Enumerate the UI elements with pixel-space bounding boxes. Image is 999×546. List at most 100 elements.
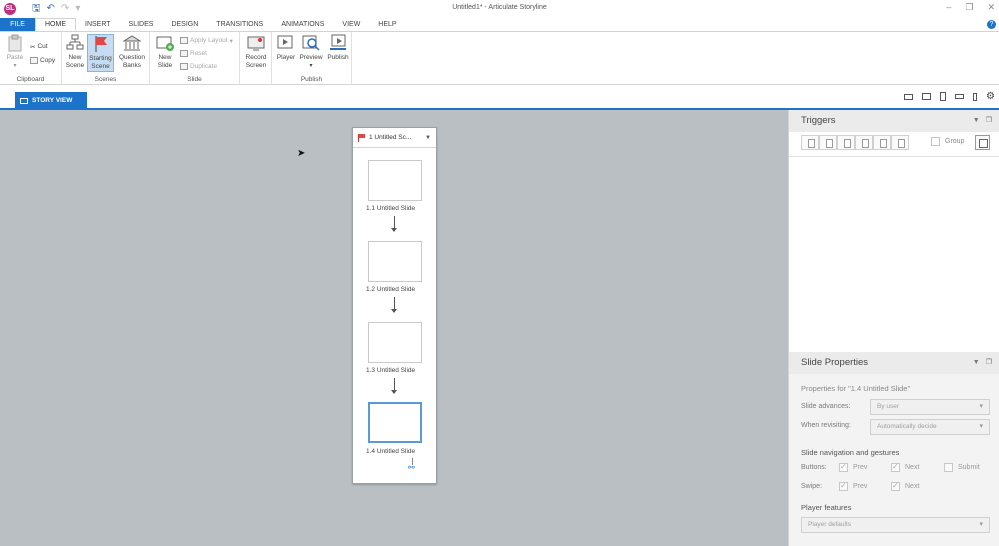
help-icon[interactable]: ? (987, 20, 996, 29)
buttons-prev-checkbox[interactable]: Prev (839, 462, 867, 472)
gear-icon[interactable]: ⚙ (986, 92, 995, 102)
desktop-icon[interactable] (904, 93, 914, 100)
duplicate-button[interactable]: Duplicate (180, 62, 217, 71)
swipe-label: Swipe: (801, 483, 823, 490)
copy-button[interactable]: Copy (30, 56, 55, 65)
flag-icon (95, 36, 107, 52)
new-scene-button[interactable]: New Scene (65, 34, 85, 70)
reset-icon (180, 50, 188, 57)
tab-design[interactable]: DESIGN (162, 18, 207, 31)
scene-title: 1 Untitled Sc... (369, 134, 412, 141)
starting-scene-button[interactable]: Starting Scene (87, 34, 114, 72)
reset-button[interactable]: Reset (180, 49, 207, 58)
story-view-label: STORY VIEW (32, 97, 73, 104)
slide-group-label: Slide (187, 76, 202, 83)
checkbox-checked-icon (891, 481, 900, 491)
tablet-portrait-icon[interactable] (940, 92, 947, 101)
group-checkbox-box[interactable] (931, 137, 940, 146)
record-screen-button[interactable]: Record Screen (242, 34, 270, 70)
scene-card[interactable]: 1 Untitled Sc... ▼ 1.1 Untitled Slide 1.… (352, 127, 437, 484)
player-button[interactable]: Player (275, 34, 297, 62)
checkbox-checked-icon (839, 481, 848, 491)
preview-icon (302, 35, 320, 51)
slide-thumbnail-selected[interactable] (368, 402, 422, 443)
clipboard-group: Paste ▾ ✂ Cut Copy Clipboard (0, 32, 62, 85)
tab-home[interactable]: HOME (35, 18, 76, 31)
duplicate-icon (180, 63, 188, 70)
chain-link-icon[interactable]: ⚯ (408, 464, 418, 472)
clipboard-group-label: Clipboard (16, 76, 45, 83)
record-screen-icon (247, 36, 265, 51)
undock-icon[interactable]: ❐ (986, 352, 992, 374)
slide-advances-label: Slide advances: (801, 403, 851, 410)
ribbon: Paste ▾ ✂ Cut Copy Clipboard New Scene S… (0, 31, 999, 85)
copy-trigger-icon[interactable] (837, 135, 855, 150)
publish-icon (330, 34, 346, 50)
question-banks-button[interactable]: Question Banks (116, 34, 148, 70)
slide-label: 1.1 Untitled Slide (366, 205, 416, 212)
copy-label: Copy (40, 57, 56, 64)
slide-link-arrow-icon (391, 216, 397, 232)
starting-scene-label: Starting Scene (89, 55, 112, 70)
record-screen-label: Record Screen (245, 54, 267, 69)
mouse-cursor-icon: ➤ (297, 148, 306, 159)
paste-button[interactable]: Paste ▾ (6, 34, 24, 70)
publish-button[interactable]: Publish (325, 34, 351, 62)
swipe-prev-checkbox[interactable]: Prev (839, 481, 867, 491)
group-checkbox[interactable]: Group (931, 137, 964, 146)
delete-trigger-icon[interactable] (873, 135, 891, 150)
tab-insert[interactable]: INSERT (76, 18, 120, 31)
new-trigger-icon[interactable] (801, 135, 819, 150)
reset-label: Reset (190, 50, 207, 57)
slide-label: 1.2 Untitled Slide (366, 286, 416, 293)
triggers-toolbar (801, 135, 909, 150)
tab-transitions[interactable]: TRANSITIONS (207, 18, 272, 31)
restore-icon[interactable]: ❐ (965, 2, 973, 13)
publish-group: Player Preview ▾ Publish Publish (272, 32, 352, 85)
move-trigger-icon[interactable] (891, 135, 909, 150)
edit-trigger-icon[interactable] (819, 135, 837, 150)
player-features-heading: Player features (801, 503, 852, 512)
story-view-tab[interactable]: STORY VIEW (15, 92, 87, 109)
next-label: Next (905, 483, 920, 490)
apply-layout-label: Apply Layout (190, 37, 228, 44)
collapse-chevron-icon[interactable]: ▼ (973, 352, 980, 374)
scissors-icon: ✂ (30, 43, 36, 51)
checkbox-checked-icon (839, 462, 848, 472)
swipe-next-checkbox[interactable]: Next (891, 481, 920, 491)
tab-animations[interactable]: ANIMATIONS (272, 18, 333, 31)
phone-portrait-icon[interactable] (973, 92, 978, 101)
scene-header[interactable]: 1 Untitled Sc... ▼ (353, 128, 436, 148)
trigger-panel-settings-icon[interactable] (975, 135, 990, 150)
buttons-next-checkbox[interactable]: Next (891, 462, 919, 472)
undock-icon[interactable]: ❐ (986, 110, 992, 132)
preview-button[interactable]: Preview ▾ (298, 34, 324, 70)
scenes-group-label: Scenes (94, 76, 117, 83)
paste-trigger-icon[interactable] (855, 135, 873, 150)
slide-thumbnail[interactable] (368, 241, 422, 282)
when-revisiting-select[interactable]: Automatically decide (870, 419, 990, 435)
apply-layout-button[interactable]: Apply Layout ▾ (180, 36, 233, 45)
slide-advances-select[interactable]: By user (870, 399, 990, 415)
player-features-select[interactable]: Player defaults (801, 517, 990, 533)
cut-button[interactable]: ✂ Cut (30, 42, 48, 51)
scene-menu-chevron-icon[interactable]: ▼ (425, 135, 431, 141)
tab-file[interactable]: FILE (0, 18, 35, 31)
question-banks-label: Question Banks (118, 54, 146, 69)
close-icon[interactable]: ✕ (987, 2, 995, 13)
paste-label: Paste (6, 54, 24, 61)
tablet-landscape-icon[interactable] (922, 93, 932, 100)
collapse-chevron-icon[interactable]: ▼ (973, 110, 980, 132)
checkbox-checked-icon (891, 462, 900, 472)
triggers-header: Triggers ▼ ❐ (789, 110, 999, 132)
buttons-submit-checkbox[interactable]: Submit (944, 463, 980, 472)
tab-slides[interactable]: SLIDES (120, 18, 163, 31)
slide-thumbnail[interactable] (368, 160, 422, 201)
tab-view[interactable]: VIEW (333, 18, 369, 31)
tab-help[interactable]: HELP (369, 18, 405, 31)
minimize-icon[interactable]: – (946, 2, 951, 13)
slide-thumbnail[interactable] (368, 322, 422, 363)
new-slide-button[interactable]: New Slide (154, 34, 176, 70)
phone-landscape-icon[interactable] (955, 94, 965, 99)
preview-label: Preview (299, 54, 323, 61)
